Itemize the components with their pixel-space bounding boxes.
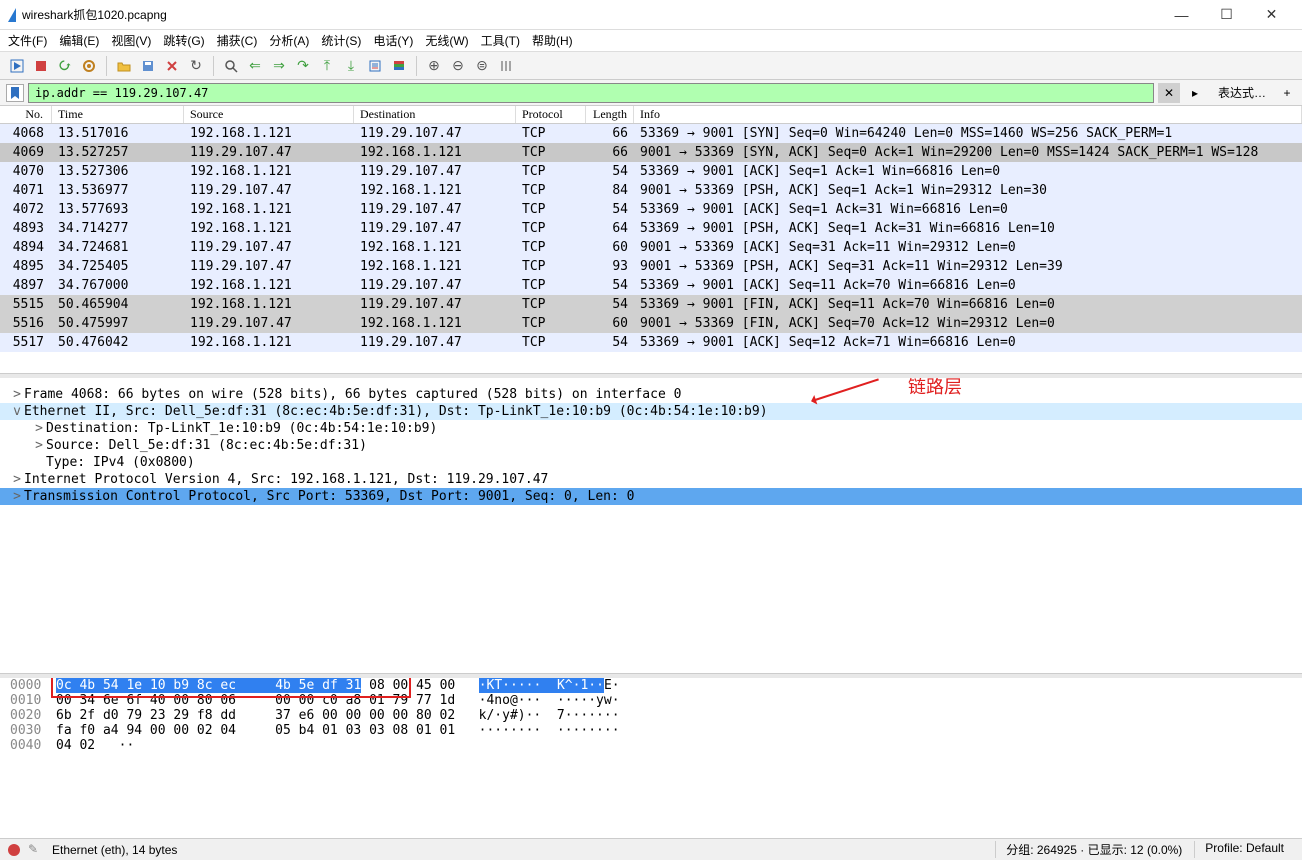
detail-row[interactable]: vEthernet II, Src: Dell_5e:df:31 (8c:ec:… [0, 403, 1302, 420]
capture-options-icon[interactable] [78, 55, 100, 77]
detail-row[interactable]: >Internet Protocol Version 4, Src: 192.1… [0, 471, 1302, 488]
menu-item[interactable]: 视图(V) [111, 32, 151, 49]
stop-capture-icon[interactable] [30, 55, 52, 77]
column-header-source[interactable]: Source [184, 106, 354, 123]
column-header-no[interactable]: No. [0, 106, 52, 123]
resize-columns-icon[interactable] [495, 55, 517, 77]
save-file-icon[interactable] [137, 55, 159, 77]
restart-capture-icon[interactable] [54, 55, 76, 77]
detail-row[interactable]: >Frame 4068: 66 bytes on wire (528 bits)… [0, 386, 1302, 403]
filter-apply-icon[interactable]: ▸ [1184, 83, 1206, 103]
column-header-protocol[interactable]: Protocol [516, 106, 586, 123]
packet-row[interactable]: 407213.577693192.168.1.121119.29.107.47T… [0, 200, 1302, 219]
packet-row[interactable]: 407013.527306192.168.1.121119.29.107.47T… [0, 162, 1302, 181]
menu-item[interactable]: 文件(F) [8, 32, 47, 49]
packet-row[interactable]: 551750.476042192.168.1.121119.29.107.47T… [0, 333, 1302, 352]
filter-add-icon[interactable]: + [1278, 83, 1296, 103]
detail-row[interactable]: >Source: Dell_5e:df:31 (8c:ec:4b:5e:df:3… [0, 437, 1302, 454]
close-button[interactable]: ✕ [1249, 1, 1294, 29]
packet-list-pane: No. Time Source Destination Protocol Len… [0, 106, 1302, 374]
filter-clear-icon[interactable]: ✕ [1158, 83, 1180, 103]
menu-item[interactable]: 帮助(H) [532, 32, 573, 49]
packet-row[interactable]: 489434.724681119.29.107.47192.168.1.121T… [0, 238, 1302, 257]
go-back-icon[interactable]: ⇐ [244, 55, 266, 77]
packet-row[interactable]: 489334.714277192.168.1.121119.29.107.47T… [0, 219, 1302, 238]
start-capture-icon[interactable] [6, 55, 28, 77]
filter-expression-button[interactable]: 表达式… [1210, 84, 1274, 101]
packet-row[interactable]: 406913.527257119.29.107.47192.168.1.121T… [0, 143, 1302, 162]
find-icon[interactable] [220, 55, 242, 77]
column-header-length[interactable]: Length [586, 106, 634, 123]
packet-row[interactable]: 489534.725405119.29.107.47192.168.1.121T… [0, 257, 1302, 276]
go-forward-icon[interactable]: ⇒ [268, 55, 290, 77]
open-file-icon[interactable] [113, 55, 135, 77]
close-file-icon[interactable] [161, 55, 183, 77]
menu-item[interactable]: 无线(W) [425, 32, 468, 49]
go-first-icon[interactable]: ⤒ [316, 55, 338, 77]
hex-row[interactable]: 0030fa f0 a4 94 00 00 02 04 05 b4 01 03 … [0, 723, 1302, 738]
app-icon [8, 8, 16, 22]
hex-row[interactable]: 004004 02 ·· [0, 738, 1302, 753]
filter-bar: ✕ ▸ 表达式… + [0, 80, 1302, 106]
menu-item[interactable]: 跳转(G) [163, 32, 204, 49]
column-header-info[interactable]: Info [634, 106, 1302, 123]
status-packets: 分组: 264925 · 已显示: 12 (0.0%) [995, 841, 1192, 858]
status-text: Ethernet (eth), 14 bytes [52, 843, 995, 857]
auto-scroll-icon[interactable] [364, 55, 386, 77]
zoom-in-icon[interactable]: ⊕ [423, 55, 445, 77]
packet-row[interactable]: 407113.536977119.29.107.47192.168.1.121T… [0, 181, 1302, 200]
detail-row[interactable]: Type: IPv4 (0x0800) [0, 454, 1302, 471]
zoom-reset-icon[interactable]: ⊜ [471, 55, 493, 77]
detail-row[interactable]: >Destination: Tp-LinkT_1e:10:b9 (0c:4b:5… [0, 420, 1302, 437]
expert-info-icon[interactable] [8, 844, 20, 856]
annotation-box [51, 676, 411, 698]
menu-item[interactable]: 统计(S) [321, 32, 361, 49]
filter-bookmark-icon[interactable] [6, 84, 24, 102]
menu-item[interactable]: 捕获(C) [217, 32, 258, 49]
minimize-button[interactable]: — [1159, 1, 1204, 29]
reload-icon[interactable]: ↻ [185, 55, 207, 77]
menu-item[interactable]: 分析(A) [269, 32, 309, 49]
detail-row[interactable]: >Transmission Control Protocol, Src Port… [0, 488, 1302, 505]
packet-row[interactable]: 551650.475997119.29.107.47192.168.1.121T… [0, 314, 1302, 333]
annotation-label: 链路层 [908, 374, 962, 399]
packet-list-header: No. Time Source Destination Protocol Len… [0, 106, 1302, 124]
menu-item[interactable]: 电话(Y) [373, 32, 413, 49]
menu-item[interactable]: 工具(T) [481, 32, 520, 49]
status-profile[interactable]: Profile: Default [1194, 841, 1294, 858]
hex-row[interactable]: 00206b 2f d0 79 23 29 f8 dd 37 e6 00 00 … [0, 708, 1302, 723]
maximize-button[interactable]: ☐ [1204, 1, 1249, 29]
capture-file-icon: ✎ [28, 842, 44, 858]
colorize-icon[interactable] [388, 55, 410, 77]
status-bar: ✎ Ethernet (eth), 14 bytes 分组: 264925 · … [0, 838, 1302, 860]
toolbar: ↻ ⇐ ⇒ ↷ ⤒ ⤓ ⊕ ⊖ ⊜ [0, 52, 1302, 80]
window-title: wireshark抓包1020.pcapng [22, 6, 1159, 23]
column-header-destination[interactable]: Destination [354, 106, 516, 123]
go-to-icon[interactable]: ↷ [292, 55, 314, 77]
packet-row[interactable]: 489734.767000192.168.1.121119.29.107.47T… [0, 276, 1302, 295]
packet-row[interactable]: 406813.517016192.168.1.121119.29.107.47T… [0, 124, 1302, 143]
column-header-time[interactable]: Time [52, 106, 184, 123]
packet-bytes-pane: 00000c 4b 54 1e 10 b9 8c ec 4b 5e df 31 … [0, 674, 1302, 779]
zoom-out-icon[interactable]: ⊖ [447, 55, 469, 77]
menu-bar: 文件(F) 编辑(E) 视图(V) 跳转(G) 捕获(C) 分析(A) 统计(S) 电话(Y)… [0, 30, 1302, 52]
title-bar: wireshark抓包1020.pcapng — ☐ ✕ [0, 0, 1302, 30]
packet-row[interactable]: 551550.465904192.168.1.121119.29.107.47T… [0, 295, 1302, 314]
display-filter-input[interactable] [28, 83, 1154, 103]
packet-details-pane: 链路层 >Frame 4068: 66 bytes on wire (528 b… [0, 374, 1302, 674]
go-last-icon[interactable]: ⤓ [340, 55, 362, 77]
menu-item[interactable]: 编辑(E) [59, 32, 99, 49]
